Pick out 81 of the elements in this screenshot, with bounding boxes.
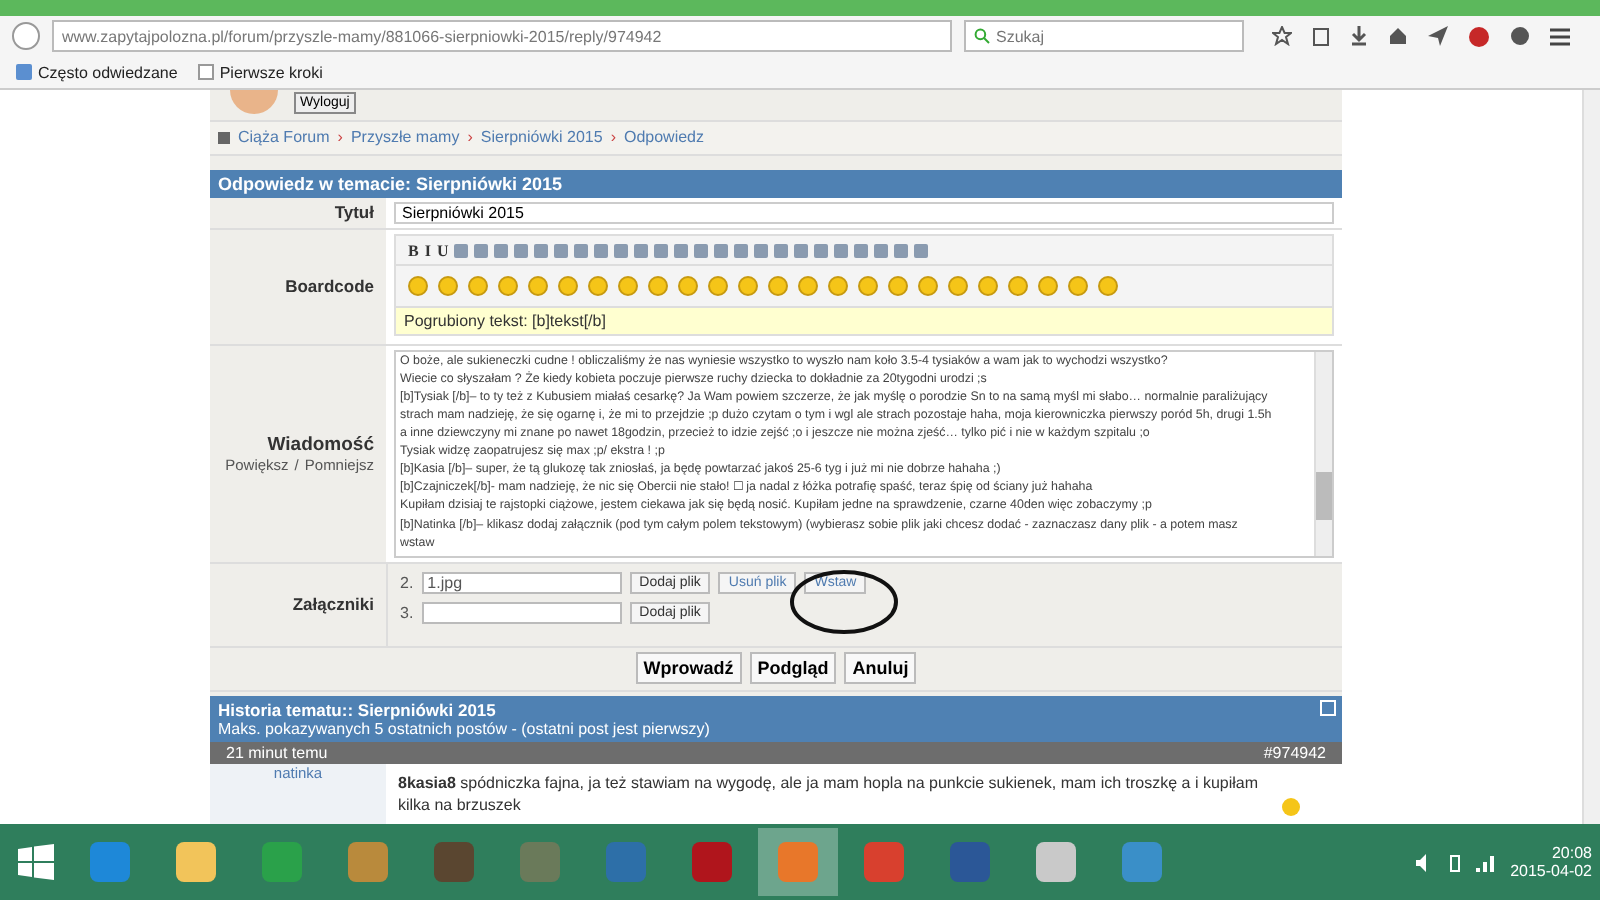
avatar — [230, 90, 278, 114]
smiley-icon[interactable] — [588, 276, 608, 297]
menu-icon[interactable] — [1550, 27, 1570, 45]
attachment-number: 3. — [400, 603, 414, 622]
title-field[interactable]: Sierpniówki 2015 — [394, 201, 1334, 224]
smiley-icon — [1282, 797, 1300, 816]
bookmark-label[interactable]: Często odwiedzane — [38, 63, 178, 81]
smiley-icon[interactable] — [498, 276, 518, 297]
post-text: 8kasia8 spódniczka fajna, ja też stawiam na wygodę, ale ja mam hopla na punkcie sukienek, mam ich troszkę a i kupiłam kilka na brzuszek — [398, 771, 1261, 816]
collapse-icon[interactable] — [1320, 699, 1336, 716]
smiley-icon[interactable] — [528, 276, 548, 297]
smiley-icon[interactable] — [1098, 276, 1118, 297]
smiley-icon[interactable] — [1008, 276, 1028, 297]
breadcrumb-link[interactable]: Sierpniówki 2015 — [480, 128, 603, 147]
breadcrumb-separator: › — [337, 128, 343, 147]
search-field[interactable]: Szukaj — [964, 20, 1244, 52]
smiley-icon[interactable] — [828, 276, 848, 297]
file-field[interactable] — [421, 601, 622, 624]
smiley-icon[interactable] — [768, 276, 788, 297]
smiley-icon[interactable] — [558, 276, 578, 297]
form-button[interactable]: Wprowadź — [635, 652, 742, 685]
attachment-number: 2. — [400, 573, 414, 592]
signal-icon[interactable] — [1476, 853, 1495, 871]
smiley-icon[interactable] — [1068, 276, 1088, 297]
smiley-icon[interactable] — [678, 276, 698, 297]
handdrawn-circle-drawing — [790, 570, 898, 634]
smiley-icon[interactable] — [408, 276, 428, 297]
download-icon[interactable] — [1350, 26, 1368, 46]
breadcrumb-link[interactable]: Odpowiedz — [623, 128, 705, 147]
post-time: 21 minut temu — [226, 743, 328, 762]
smiley-icon[interactable] — [798, 276, 818, 297]
scrollbar[interactable] — [1314, 351, 1332, 556]
smiley-icon[interactable] — [858, 276, 878, 297]
windows-logo-icon[interactable] — [18, 844, 54, 880]
breadcrumb-separator: › — [467, 128, 473, 147]
search-input[interactable]: Szukaj — [996, 27, 1196, 45]
address-bar[interactable]: www.zapytajpolozna.pl/forum/przyszle-mamy/881066-sierpniowki-2015/reply/974942 — [52, 20, 952, 52]
format-button[interactable]: B — [408, 241, 419, 260]
smiley-icon[interactable] — [648, 276, 668, 297]
back-button[interactable] — [12, 22, 40, 50]
square-icon — [218, 131, 230, 144]
breadcrumb-separator: › — [610, 128, 616, 147]
addon-icon[interactable] — [1468, 25, 1490, 47]
history-title: Historia tematu:: Sierpniówki 2015 — [218, 699, 496, 720]
field-label: Wiadomość — [267, 433, 374, 456]
chat-icon[interactable] — [1510, 26, 1530, 46]
smiley-icon[interactable] — [468, 276, 488, 297]
format-hint: Pogrubiony tekst: [b]tekst[/b] — [396, 306, 1332, 335]
smiley-icon[interactable] — [888, 276, 908, 297]
field-label: Tytuł — [334, 202, 374, 223]
file-field[interactable]: 1.jpg — [421, 571, 622, 594]
clock[interactable]: 20:08 2015-04-02 — [1510, 844, 1592, 880]
smiley-icon[interactable] — [618, 276, 638, 297]
history-subtitle: Maks. pokazywanych 5 ostatnich postów - (ostatni post jest pierwszy) — [218, 719, 710, 738]
smiley-icon[interactable] — [978, 276, 998, 297]
send-icon[interactable] — [1428, 26, 1448, 46]
battery-icon[interactable] — [1450, 853, 1461, 871]
smiley-icon[interactable] — [738, 276, 758, 297]
bookmark-label[interactable]: Pierwsze kroki — [219, 63, 323, 81]
field-label: Załączniki — [292, 594, 374, 615]
smiley-icon[interactable] — [708, 276, 728, 297]
breadcrumb-link[interactable]: Przyszłe mamy — [350, 128, 460, 147]
format-button[interactable]: U — [436, 241, 449, 260]
page-scrollbar[interactable] — [1582, 90, 1600, 824]
bookmark-icon — [16, 64, 32, 80]
form-button[interactable]: Anuluj — [844, 652, 917, 685]
home-icon[interactable] — [1388, 26, 1408, 46]
field-label: Boardcode — [285, 276, 374, 297]
smiley-icon[interactable] — [948, 276, 968, 297]
search-icon — [974, 28, 990, 44]
post-id: #974942 — [1263, 743, 1326, 762]
breadcrumb-link[interactable]: Ciąża Forum — [238, 128, 330, 147]
smiley-icon[interactable] — [918, 276, 938, 297]
page-icon — [197, 64, 214, 80]
smiley-icon[interactable] — [1038, 276, 1058, 297]
star-icon[interactable] — [1272, 26, 1292, 46]
form-heading: Odpowiedz w temacie: Sierpniówki 2015 — [210, 169, 1342, 198]
form-button[interactable]: Podgląd — [749, 652, 837, 685]
smiley-icon[interactable] — [438, 276, 458, 297]
url-text: www.zapytajpolozna.pl/forum/przyszle-mamy/881066-sierpniowki-2015/reply/974942 — [62, 27, 662, 45]
format-button[interactable]: I — [424, 241, 431, 260]
